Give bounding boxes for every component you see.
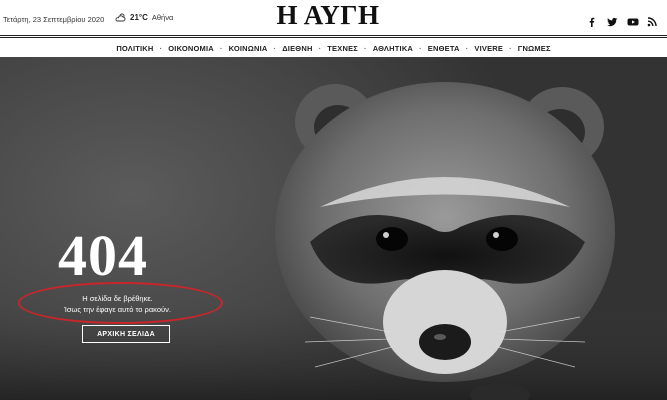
- nav-item-entheta[interactable]: ΕΝΘΕΤΑ: [413, 44, 460, 53]
- nav-item-athlitika[interactable]: ΑΘΛΗΤΙΚΑ: [358, 44, 413, 53]
- header-divider: [0, 35, 667, 38]
- nav-item-koinonia[interactable]: ΚΟΙΝΩΝΙΑ: [214, 44, 268, 53]
- twitter-icon[interactable]: [607, 14, 618, 27]
- nav-item-diethni[interactable]: ΔΙΕΘΝΗ: [268, 44, 313, 53]
- youtube-icon[interactable]: [627, 14, 639, 26]
- error-message-line-2: Ίσως την έφαγε αυτό το ρακούν.: [64, 305, 171, 314]
- error-message: Η σελίδα δε βρέθηκε. Ίσως την έφαγε αυτό…: [40, 293, 195, 315]
- weather-widget[interactable]: 21°C Αθήνα: [115, 13, 173, 22]
- error-message-line-1: Η σελίδα δε βρέθηκε.: [82, 294, 153, 303]
- rss-icon[interactable]: [647, 14, 657, 27]
- nav-item-gnomes[interactable]: ΓΝΩΜΕΣ: [503, 44, 551, 53]
- home-page-button[interactable]: ΑΡΧΙΚΗ ΣΕΛΙΔΑ: [82, 325, 170, 343]
- nav-list: ΠΟΛΙΤΙΚΗ ΟΙΚΟΝΟΜΙΑ ΚΟΙΝΩΝΙΑ ΔΙΕΘΝΗ ΤΕΧΝΕ…: [116, 44, 550, 53]
- facebook-icon[interactable]: [587, 14, 597, 27]
- site-logo[interactable]: Η ΑΥΓΗ: [258, 0, 398, 31]
- cloud-sun-icon: [115, 13, 126, 22]
- error-hero: 404 Η σελίδα δε βρέθηκε. Ίσως την έφαγε …: [0, 57, 667, 400]
- weather-city: Αθήνα: [151, 13, 174, 22]
- nav-item-vivere[interactable]: VIVERE: [460, 44, 503, 53]
- weather-temperature: 21°C: [130, 13, 148, 22]
- nav-item-texnes[interactable]: ΤΕΧΝΕΣ: [313, 44, 358, 53]
- error-code: 404: [58, 223, 148, 288]
- nav-item-politiki[interactable]: ΠΟΛΙΤΙΚΗ: [116, 44, 153, 53]
- nav-item-oikonomia[interactable]: ΟΙΚΟΝΟΜΙΑ: [154, 44, 214, 53]
- current-date: Τετάρτη, 23 Σεπτεμβρίου 2020: [3, 15, 105, 24]
- main-nav: ΠΟΛΙΤΙΚΗ ΟΙΚΟΝΟΜΙΑ ΚΟΙΝΩΝΙΑ ΔΙΕΘΝΗ ΤΕΧΝΕ…: [0, 40, 667, 57]
- site-header: Τετάρτη, 23 Σεπτεμβρίου 2020 21°C Αθήνα …: [0, 0, 667, 36]
- social-links: [587, 14, 657, 27]
